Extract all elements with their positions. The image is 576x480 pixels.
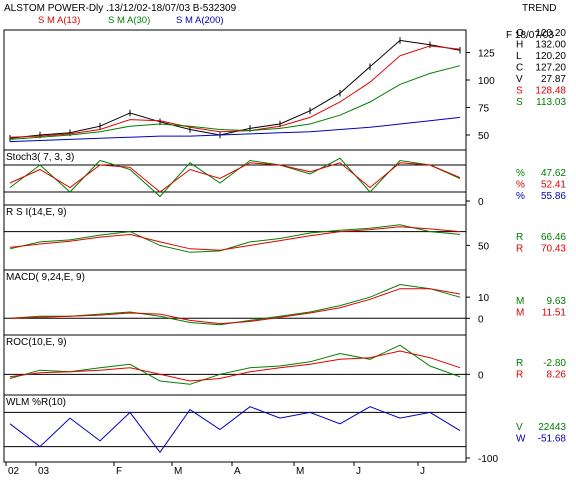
roc-stat-value: -2.80: [543, 358, 566, 369]
x-tick-label: J: [420, 466, 425, 477]
stoch-k-series-line: [9, 157, 461, 198]
roc-series-line: [9, 344, 461, 385]
stoch-panel-label: Stoch3( 7, 3, 3): [6, 152, 74, 163]
roc-signal-series-line: [9, 350, 461, 382]
stock-chart: ALSTOM POWER-Dly .13/12/02-18/07/03 B-53…: [3, 3, 567, 477]
trend-label: TREND: [522, 3, 556, 14]
macd-panel-label: MACD( 9,24,E, 9): [6, 272, 85, 283]
roc-panel-label: ROC(10,E, 9): [6, 337, 67, 348]
macd-stat-label: M: [516, 308, 524, 319]
x-tick-label: 02: [8, 466, 20, 477]
x-tick-label: M: [296, 466, 304, 477]
x-tick-label: J: [356, 466, 361, 477]
price-stat-value: 120.20: [535, 28, 566, 39]
stoch-stat-value: 55.86: [541, 191, 566, 202]
sma200-legend: S M A(200): [176, 15, 224, 26]
macd-tick-label: 0: [478, 314, 484, 325]
price-stat-label: S: [516, 86, 523, 97]
price-stat-label: H: [516, 40, 523, 51]
wlm-stat-label: V: [516, 422, 523, 433]
roc-stat-value: 8.26: [547, 370, 567, 381]
panels-layer: 1251007550O 120.20H 132.00L 120.20C 127.20V 2…: [3, 28, 567, 465]
roc-panel-frame: [3, 334, 467, 396]
rsi-panel-frame: [3, 204, 467, 271]
wlm-panel-frame: [3, 394, 467, 463]
rsi-tick-label: 50: [478, 241, 490, 252]
sma30-series-line: [9, 65, 461, 140]
rsi-stat-value: 66.46: [541, 232, 566, 243]
stoch-stat-value: 52.41: [541, 180, 566, 191]
rsi-stat-label: R: [516, 232, 523, 243]
sma30-legend: S M A(30): [108, 15, 150, 26]
roc-tick-label: 0: [478, 370, 484, 381]
rsi-panel-label: R S I(14,E, 9): [6, 207, 67, 218]
rsi-stat-value: 70.43: [541, 244, 566, 255]
price-stat-label: S: [516, 97, 523, 108]
wlm-series-line: [9, 406, 461, 454]
sma13-legend: S M A(13): [38, 15, 80, 26]
price-tick-label: 75: [478, 104, 490, 115]
price-stat-value: 128.48: [535, 86, 566, 97]
rsi-stat-label: R: [516, 244, 523, 255]
stoch-tick-label: 0: [478, 197, 484, 208]
price-stat-value: 127.20: [535, 63, 566, 74]
stoch-d-series-line: [9, 162, 461, 193]
wlm-stat-value: -51.68: [538, 434, 567, 445]
price-stat-value: 113.03: [536, 97, 566, 108]
price-stat-label: L: [516, 51, 522, 62]
price-stat-label: C: [516, 63, 523, 74]
price-tick-label: 100: [478, 76, 495, 87]
macd-stat-label: M: [516, 296, 524, 307]
macd-stat-value: 9.63: [547, 296, 567, 307]
price-stat-value: 120.20: [535, 51, 566, 62]
price-stat-value: 27.87: [541, 74, 566, 85]
price-stat-label: V: [516, 74, 523, 85]
stoch-stat-value: 47.62: [541, 168, 566, 179]
wlm-tick-label: -100: [478, 454, 498, 465]
stoch-stat-label: %: [516, 168, 525, 179]
stoch-stat-label: %: [516, 180, 525, 191]
x-tick-label: 03: [38, 466, 50, 477]
macd-tick-label: 10: [478, 293, 490, 304]
roc-stat-label: R: [516, 358, 523, 369]
sma13-series-line: [9, 45, 461, 138]
wlm-stat-value: 22443: [538, 422, 566, 433]
price-tick-label: 125: [478, 49, 495, 60]
sma200-series-line: [9, 116, 461, 143]
stoch-stat-label: %: [516, 191, 525, 202]
wlm-panel-label: WLM %R(10): [6, 397, 66, 408]
price-tick-label: 50: [478, 131, 490, 142]
x-tick-label: A: [234, 466, 241, 477]
macd-stat-value: 11.51: [542, 308, 567, 319]
price-stat-value: 132.00: [535, 40, 566, 51]
roc-stat-label: R: [516, 370, 523, 381]
x-axis: 02 03 F M A M J J: [5, 462, 425, 477]
x-tick-label: F: [116, 466, 122, 477]
chart-title: ALSTOM POWER-Dly .13/12/02-18/07/03 B-53…: [4, 3, 237, 14]
wlm-stat-label: W: [516, 434, 526, 445]
price-stat-label: O: [516, 28, 524, 39]
x-tick-label: M: [174, 466, 182, 477]
